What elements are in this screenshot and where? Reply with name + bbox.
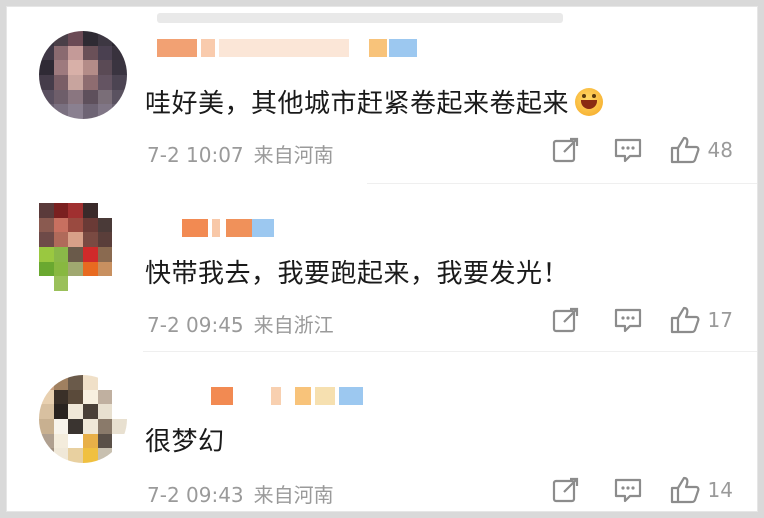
comment-meta: 7-2 09:43 来自河南: [147, 479, 334, 508]
laughing-emoji-icon: [575, 88, 604, 116]
comment-divider: [367, 183, 757, 184]
share-button[interactable]: [546, 475, 586, 505]
reply-button[interactable]: [608, 305, 648, 335]
avatar[interactable]: [39, 375, 127, 463]
comment-location: 来自浙江: [253, 313, 334, 337]
reply-button[interactable]: [608, 475, 648, 505]
like-count: 48: [707, 138, 733, 162]
comment-location: 来自河南: [253, 143, 334, 167]
comment-actions: 17: [524, 305, 733, 335]
comment-timestamp: 7-2 10:07: [147, 143, 244, 167]
comment-icon: [614, 138, 641, 163]
comment-timestamp: 7-2 09:43: [147, 483, 244, 507]
comment-icon: [614, 308, 641, 333]
like-button[interactable]: 48: [670, 136, 733, 164]
username-redacted[interactable]: [182, 219, 282, 237]
comment-divider: [143, 351, 757, 352]
avatar[interactable]: [39, 31, 127, 119]
comment-text-content: 快带我去，我要跑起来，我要发光！: [145, 259, 570, 289]
comment-text: 很梦幻: [145, 421, 225, 458]
comment-text-content: 哇好美，其他城市赶紧卷起来卷起来: [145, 89, 570, 119]
comment-actions: 14: [524, 475, 733, 505]
thumbs-up-icon: [670, 136, 700, 164]
share-button[interactable]: [546, 135, 586, 165]
comment-list: 哇好美，其他城市赶紧卷起来卷起来 7-2 10:07 来自河南 48 快带我去，…: [6, 6, 758, 512]
comment-icon: [614, 478, 641, 503]
avatar[interactable]: [39, 203, 127, 291]
reply-button[interactable]: [608, 135, 648, 165]
share-icon: [552, 137, 578, 163]
share-icon: [552, 307, 578, 333]
comment-text-content: 很梦幻: [145, 427, 225, 457]
previous-comment-edge: [157, 13, 563, 23]
comment-timestamp: 7-2 09:45: [147, 313, 244, 337]
share-button[interactable]: [546, 305, 586, 335]
comment-location: 来自河南: [253, 483, 334, 507]
username-redacted[interactable]: [211, 387, 371, 405]
like-button[interactable]: 17: [670, 306, 733, 334]
comment-meta: 7-2 10:07 来自河南: [147, 139, 334, 168]
comment-text: 哇好美，其他城市赶紧卷起来卷起来: [145, 83, 604, 120]
thumbs-up-icon: [670, 476, 700, 504]
username-redacted[interactable]: [157, 39, 429, 57]
comment-text: 快带我去，我要跑起来，我要发光！: [145, 253, 569, 290]
thumbs-up-icon: [670, 306, 700, 334]
share-icon: [552, 477, 578, 503]
like-count: 17: [707, 308, 733, 332]
comment-actions: 48: [524, 135, 733, 165]
like-count: 14: [707, 478, 733, 502]
like-button[interactable]: 14: [670, 476, 733, 504]
comment-meta: 7-2 09:45 来自浙江: [147, 309, 334, 338]
